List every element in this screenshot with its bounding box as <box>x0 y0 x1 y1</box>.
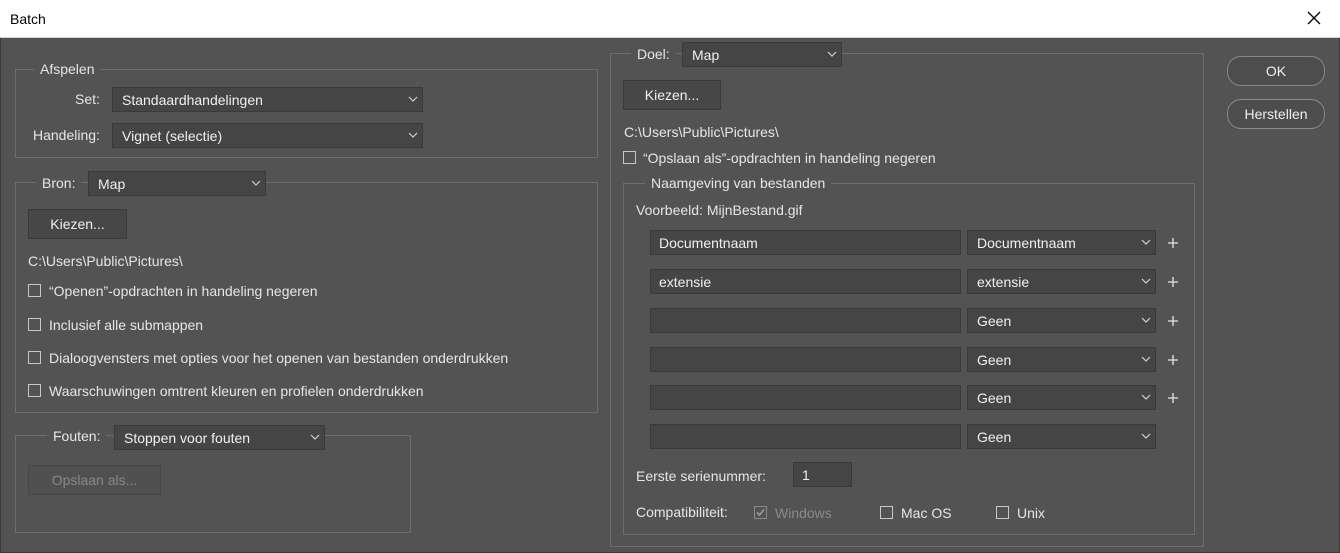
naming-select-3-value: Geen <box>977 313 1012 329</box>
naming-text-3[interactable] <box>650 308 961 333</box>
chevron-down-icon <box>408 96 418 102</box>
naming-select-1[interactable]: Documentnaam <box>967 230 1156 255</box>
bron-checkbox-1[interactable] <box>28 284 41 297</box>
compat-unix-label: Unix <box>1017 505 1046 521</box>
bron-checkbox-3-label: Dialoogvensters met opties voor het open… <box>49 350 509 366</box>
bron-label: Bron: <box>36 175 82 191</box>
chevron-down-icon <box>251 180 261 186</box>
naming-select-6-value: Geen <box>977 429 1012 445</box>
chevron-down-icon <box>1141 433 1151 439</box>
serial-label: Eerste serienummer: <box>636 468 766 484</box>
set-select[interactable]: Standaardhandelingen <box>112 87 423 112</box>
dialog-content: Afspelen Set: Standaardhandelingen Hande… <box>0 38 1340 553</box>
naming-select-4-value: Geen <box>977 352 1012 368</box>
naming-text-5[interactable] <box>650 385 961 410</box>
chevron-down-icon <box>1141 394 1151 400</box>
close-icon[interactable] <box>1302 6 1326 30</box>
naming-select-6[interactable]: Geen <box>967 424 1156 449</box>
doel-choose-button[interactable]: Kiezen... <box>623 80 721 110</box>
override-save-label: “Opslaan als”-opdrachten in handeling ne… <box>643 150 936 166</box>
chevron-down-icon <box>408 132 418 138</box>
doel-select[interactable]: Map <box>682 42 842 67</box>
bron-checkbox-4-label: Waarschuwingen omtrent kleuren en profie… <box>49 383 424 399</box>
serial-input[interactable]: 1 <box>793 462 852 487</box>
bron-choose-button[interactable]: Kiezen... <box>28 209 127 239</box>
ok-button[interactable]: OK <box>1227 56 1325 86</box>
fouten-select-value: Stoppen voor fouten <box>124 430 251 446</box>
naming-text-2[interactable]: extensie <box>650 269 961 294</box>
set-select-value: Standaardhandelingen <box>122 92 263 108</box>
action-label: Handeling: <box>33 127 100 143</box>
action-select-value: Vignet (selectie) <box>122 128 223 144</box>
compat-windows-label: Windows <box>775 505 832 521</box>
bron-checkbox-1-label: “Openen”-opdrachten in handeling negeren <box>49 283 318 299</box>
reset-button[interactable]: Herstellen <box>1227 99 1325 129</box>
doel-label: Doel: <box>631 46 676 62</box>
naming-text-4[interactable] <box>650 347 961 372</box>
title-bar: Batch <box>0 0 1340 38</box>
set-label: Set: <box>75 91 100 107</box>
afspelen-legend: Afspelen <box>34 61 101 77</box>
naming-select-1-value: Documentnaam <box>977 235 1076 251</box>
plus-icon[interactable] <box>1166 314 1180 328</box>
compat-macos-label: Mac OS <box>901 505 952 521</box>
bron-path: C:\Users\Public\Pictures\ <box>28 253 183 269</box>
override-save-checkbox[interactable] <box>623 151 636 164</box>
compat-macos-checkbox[interactable] <box>880 506 893 519</box>
fouten-label: Fouten: <box>47 428 107 444</box>
naamgeving-legend: Naamgeving van bestanden <box>645 175 832 191</box>
chevron-down-icon <box>1141 317 1151 323</box>
chevron-down-icon <box>310 434 320 440</box>
compat-label: Compatibiliteit: <box>636 504 728 520</box>
naming-select-2-value: extensie <box>977 274 1030 290</box>
bron-select[interactable]: Map <box>88 171 266 196</box>
save-as-button[interactable]: Opslaan als... <box>28 465 161 495</box>
plus-icon[interactable] <box>1166 391 1180 405</box>
fouten-select[interactable]: Stoppen voor fouten <box>114 425 325 450</box>
plus-icon[interactable] <box>1166 275 1180 289</box>
bron-checkbox-3[interactable] <box>28 351 41 364</box>
chevron-down-icon <box>1141 239 1151 245</box>
bron-checkbox-4[interactable] <box>28 384 41 397</box>
compat-windows-checkbox[interactable] <box>754 506 767 519</box>
doel-path: C:\Users\Public\Pictures\ <box>624 124 779 140</box>
naming-text-1[interactable]: Documentnaam <box>650 230 961 255</box>
chevron-down-icon <box>1141 356 1151 362</box>
naming-select-5-value: Geen <box>977 390 1012 406</box>
bron-checkbox-2-label: Inclusief alle submappen <box>49 317 204 333</box>
doel-select-value: Map <box>692 47 720 63</box>
chevron-down-icon <box>1141 278 1151 284</box>
window-title: Batch <box>10 11 46 27</box>
action-select[interactable]: Vignet (selectie) <box>112 123 423 148</box>
bron-select-value: Map <box>98 176 126 192</box>
compat-unix-checkbox[interactable] <box>996 506 1009 519</box>
bron-checkbox-2[interactable] <box>28 318 41 331</box>
naming-text-6[interactable] <box>650 424 961 449</box>
plus-icon[interactable] <box>1166 353 1180 367</box>
naamgeving-example: Voorbeeld: MijnBestand.gif <box>636 202 803 218</box>
naming-select-5[interactable]: Geen <box>967 385 1156 410</box>
chevron-down-icon <box>827 51 837 57</box>
naming-select-2[interactable]: extensie <box>967 269 1156 294</box>
plus-icon[interactable] <box>1166 236 1180 250</box>
naming-select-4[interactable]: Geen <box>967 347 1156 372</box>
naming-select-3[interactable]: Geen <box>967 308 1156 333</box>
checkmark-icon <box>756 508 765 517</box>
